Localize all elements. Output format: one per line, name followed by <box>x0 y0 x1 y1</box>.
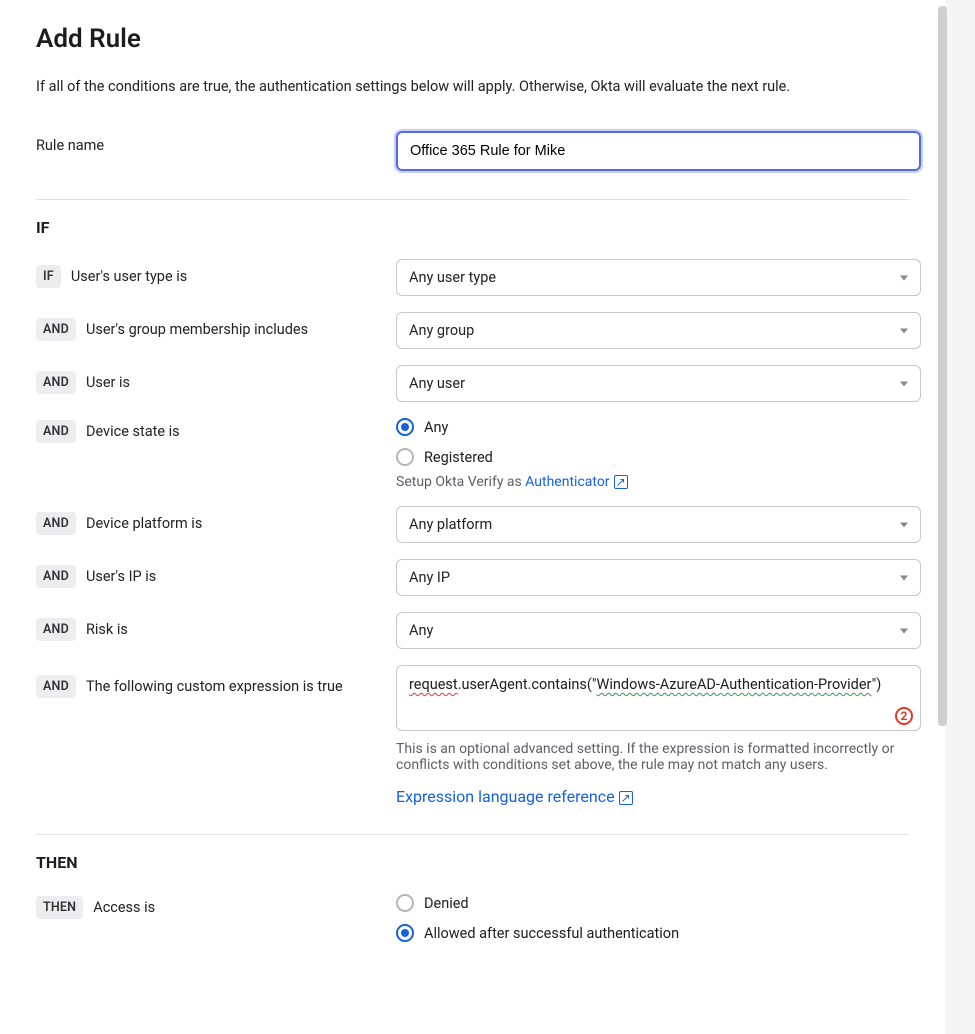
device-state-registered-label: Registered <box>424 449 493 466</box>
rule-name-label: Rule name <box>36 137 104 154</box>
expr-piece-3: Windows-AzureAD-Authentication-Provider <box>597 676 872 693</box>
group-label: User's group membership includes <box>86 321 308 338</box>
and-badge: AND <box>36 318 76 341</box>
and-badge: AND <box>36 618 76 641</box>
expr-piece-2: .userAgent.contains(" <box>458 676 597 693</box>
access-label: Access is <box>93 899 155 916</box>
ip-selected: Any IP <box>409 569 450 586</box>
risk-label: Risk is <box>86 621 128 638</box>
if-section-header: IF <box>36 218 909 237</box>
group-selected: Any group <box>409 322 474 339</box>
expr-piece-1: request <box>409 676 458 693</box>
and-badge: AND <box>36 420 76 443</box>
and-badge: AND <box>36 512 76 535</box>
modal-description: If all of the conditions are true, the a… <box>36 78 909 95</box>
if-badge: IF <box>36 265 61 288</box>
device-state-label: Device state is <box>86 423 180 440</box>
access-radio-allowed[interactable]: Allowed after successful authentication <box>396 924 909 942</box>
and-badge: AND <box>36 565 76 588</box>
user-selected: Any user <box>409 375 465 392</box>
platform-selected: Any platform <box>409 516 492 533</box>
ip-select[interactable]: Any IP <box>396 559 921 596</box>
scrollbar-thumb[interactable] <box>938 6 947 726</box>
radio-unchecked-icon <box>396 448 414 466</box>
rule-name-input[interactable] <box>396 131 921 171</box>
radio-unchecked-icon <box>396 894 414 912</box>
expression-language-reference-link[interactable]: Expression language reference <box>396 787 633 806</box>
device-state-radio-registered[interactable]: Registered <box>396 448 909 466</box>
user-type-selected: Any user type <box>409 269 496 286</box>
device-state-any-label: Any <box>424 419 448 436</box>
radio-checked-icon <box>396 924 414 942</box>
radio-checked-icon <box>396 418 414 436</box>
expr-piece-4: ") <box>872 676 882 693</box>
then-section-header: THEN <box>36 853 909 872</box>
group-select[interactable]: Any group <box>396 312 921 349</box>
platform-select[interactable]: Any platform <box>396 506 921 543</box>
user-label: User is <box>86 374 130 391</box>
user-type-label: User's user type is <box>71 268 187 285</box>
and-badge: AND <box>36 371 76 394</box>
device-state-radio-any[interactable]: Any <box>396 418 909 436</box>
ip-label: User's IP is <box>86 568 156 585</box>
access-radio-denied[interactable]: Denied <box>396 894 909 912</box>
risk-select[interactable]: Any <box>396 612 921 649</box>
then-badge: THEN <box>36 896 83 919</box>
setup-okta-verify-text: Setup Okta Verify as <box>396 474 525 490</box>
authenticator-link[interactable]: Authenticator <box>525 474 627 490</box>
and-badge: AND <box>36 675 76 698</box>
custom-expression-textarea[interactable]: request.userAgent.contains("Windows-Azur… <box>396 665 921 731</box>
access-denied-label: Denied <box>424 895 469 912</box>
modal-title: Add Rule <box>36 24 909 54</box>
vertical-scrollbar[interactable] <box>938 0 947 1034</box>
platform-label: Device platform is <box>86 515 202 532</box>
user-type-select[interactable]: Any user type <box>396 259 921 296</box>
access-radio-group: Denied Allowed after successful authenti… <box>396 894 909 942</box>
add-rule-modal: Add Rule If all of the conditions are tr… <box>0 0 945 1034</box>
custom-expression-label: The following custom expression is true <box>86 678 343 695</box>
access-allowed-label: Allowed after successful authentication <box>424 925 679 942</box>
device-state-radio-group: Any Registered <box>396 418 909 466</box>
custom-expression-help: This is an optional advanced setting. If… <box>396 741 921 773</box>
risk-selected: Any <box>409 622 433 639</box>
user-select[interactable]: Any user <box>396 365 921 402</box>
